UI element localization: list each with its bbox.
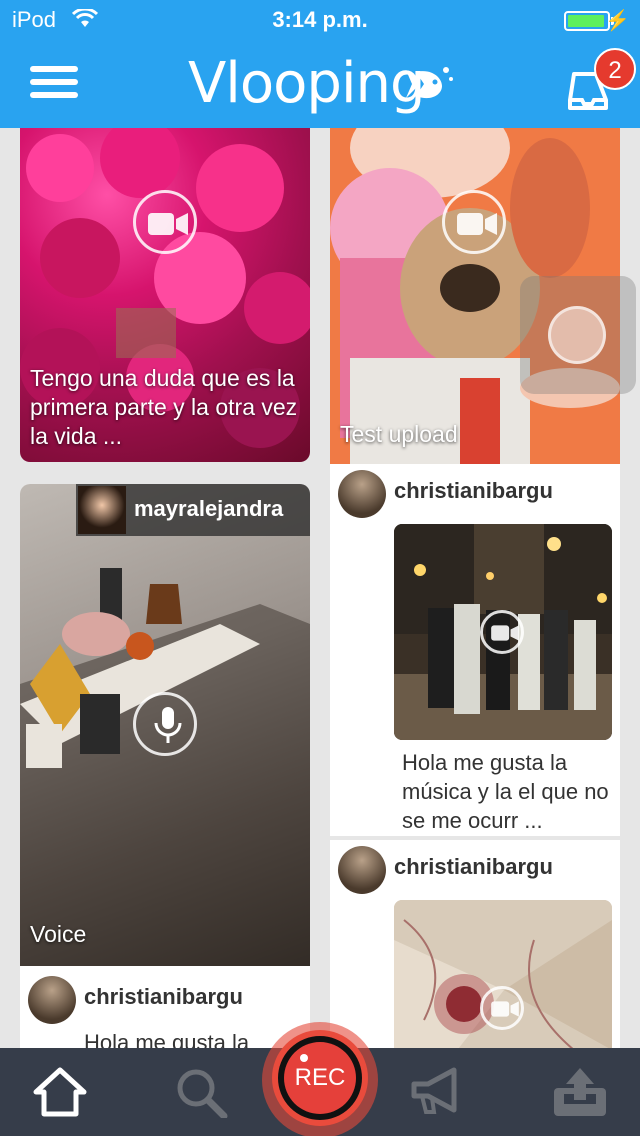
notification-count-badge: 2 [594, 48, 636, 90]
hamburger-line [30, 79, 78, 85]
avatar [28, 976, 76, 1024]
status-bar: iPod 3:14 p.m. ⚡ [0, 0, 640, 40]
uploader-username: mayralejandra [134, 496, 284, 521]
uploader-avatar [78, 486, 126, 534]
uploader-tag[interactable]: mayralejandra [76, 484, 310, 536]
tab-announce[interactable] [388, 1048, 478, 1136]
battery-icon [564, 11, 610, 31]
feed-card[interactable]: mayralejandra Voice christianibargu Hola… [20, 484, 310, 1048]
battery-fill [568, 15, 604, 27]
video-camera-icon [480, 986, 524, 1030]
username: christianibargu [84, 984, 243, 1009]
scroll-handle[interactable] [520, 276, 636, 394]
post-text: Hola me gusta la música y la el que no s… [402, 750, 609, 833]
menu-button[interactable] [30, 66, 78, 102]
card-user-row[interactable]: christianibargu [330, 842, 620, 898]
feed-card[interactable]: christianibargu Hola me gusta la música … [330, 464, 620, 836]
card-caption: Tengo una duda que es la primera parte y… [30, 365, 298, 449]
home-icon [33, 1067, 87, 1117]
username: christianibargu [394, 478, 553, 503]
video-thumbnail[interactable] [394, 900, 612, 1048]
app-header: Vlooping [0, 40, 640, 128]
feed-card[interactable]: Tengo una duda que es la primera parte y… [20, 128, 310, 462]
video-thumbnail[interactable] [394, 524, 612, 740]
microphone-icon [133, 692, 197, 756]
hamburger-line [30, 92, 78, 98]
charging-icon: ⚡ [605, 10, 630, 32]
app-logo: Vlooping [188, 51, 426, 116]
avatar [338, 846, 386, 894]
record-label: REC [284, 1042, 356, 1114]
megaphone-icon [411, 1067, 457, 1114]
username: christianibargu [394, 854, 553, 879]
card-caption: Test upload [340, 421, 458, 447]
record-button[interactable]: REC [272, 1030, 368, 1126]
video-camera-icon [480, 610, 524, 654]
card-user-row[interactable]: christianibargu [20, 972, 310, 1028]
scroll-knob[interactable] [548, 306, 606, 364]
card-caption: Voice [30, 921, 87, 947]
search-icon [177, 1069, 228, 1118]
record-dot [300, 1054, 308, 1062]
status-time: 3:14 p.m. [272, 7, 368, 32]
post-text: Hola me gusta la [84, 1030, 250, 1048]
video-camera-icon [133, 190, 197, 254]
feed-card[interactable]: christianibargu [330, 840, 620, 1048]
feed-grid[interactable]: Tengo una duda que es la primera parte y… [0, 128, 640, 1048]
card-user-row[interactable]: christianibargu [330, 466, 620, 522]
tab-search[interactable] [154, 1048, 244, 1136]
video-camera-icon [442, 190, 506, 254]
tab-upload[interactable] [530, 1048, 620, 1136]
avatar [338, 470, 386, 518]
hamburger-icon [30, 66, 78, 72]
tab-home[interactable] [12, 1048, 102, 1136]
upload-icon [554, 1068, 606, 1116]
logo-fish-icon [406, 67, 453, 99]
